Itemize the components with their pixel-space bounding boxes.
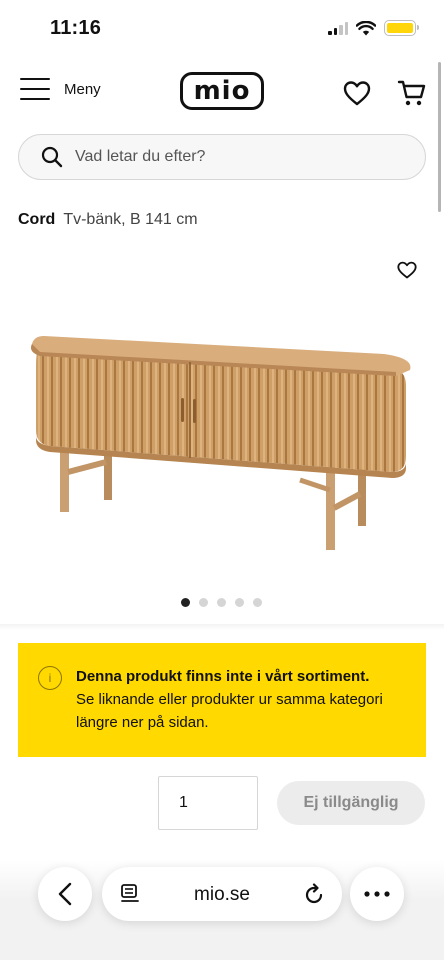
mio-logo[interactable]: mio [180,72,264,110]
carousel-dots[interactable] [181,598,262,607]
cart-icon[interactable] [397,78,427,108]
status-bar: 11:16 [0,0,444,58]
product-title: Cord Tv-bänk, B 141 cm [18,211,198,229]
unavailable-button[interactable]: Ej tillgänglig [277,781,425,825]
menu-label: Meny [64,80,101,98]
product-image-carousel[interactable] [0,248,444,588]
carousel-dot-3[interactable] [217,598,226,607]
info-icon: i [38,666,62,690]
carousel-dot-4[interactable] [235,598,244,607]
search-input[interactable] [75,148,395,166]
chevron-left-icon [58,882,72,906]
notice-body: Se liknande eller produkter ur samma kat… [76,691,383,731]
browser-back-button[interactable] [38,867,92,921]
product-image [31,336,411,550]
status-icons [328,20,419,36]
wifi-icon [356,20,376,35]
site-header: Meny mio [0,58,444,128]
favorite-heart-icon[interactable] [397,261,417,279]
logo-text: mio [193,76,251,106]
quantity-input[interactable] [158,776,258,830]
cellular-signal-icon [328,21,348,35]
browser-more-button[interactable] [350,867,404,921]
more-dots-icon [364,891,390,897]
search-icon [41,146,63,168]
hamburger-icon [20,78,50,100]
page-scrollbar[interactable] [438,62,441,212]
carousel-dot-5[interactable] [253,598,262,607]
battery-icon [384,20,419,36]
notice-title: Denna produkt finns inte i vårt sortimen… [76,668,370,685]
unavailable-notice: i Denna produkt finns inte i vårt sortim… [18,643,426,757]
search-bar[interactable] [18,134,426,180]
status-time: 11:16 [50,17,102,39]
product-brand: Cord [18,211,56,228]
reload-icon[interactable] [302,882,326,906]
product-description: Tv-bänk, B 141 cm [63,211,198,228]
menu-button[interactable]: Meny [20,78,101,100]
carousel-dot-1[interactable] [181,598,190,607]
wishlist-heart-icon[interactable] [343,80,371,106]
notice-text: Denna produkt finns inte i vårt sortimen… [76,665,410,757]
section-divider [0,624,444,630]
carousel-dot-2[interactable] [199,598,208,607]
address-bar[interactable]: mio.se [102,867,342,921]
